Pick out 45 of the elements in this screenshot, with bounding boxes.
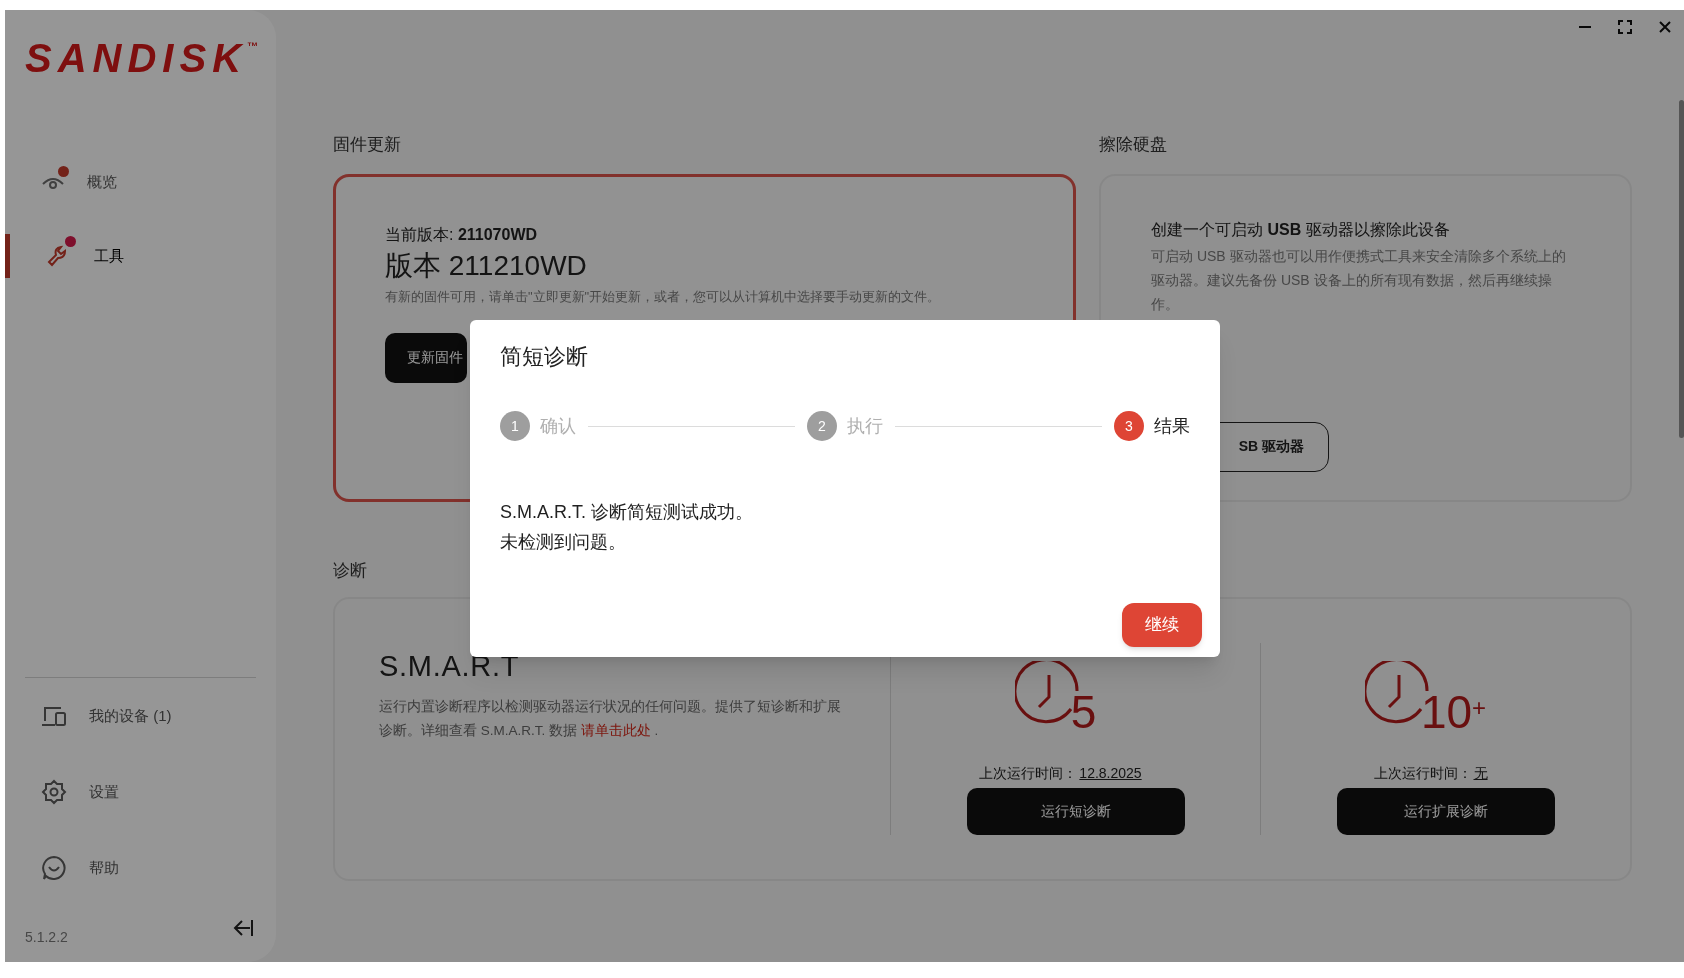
section-heading: 诊断 bbox=[333, 559, 368, 582]
collapse-arrow-icon[interactable] bbox=[232, 918, 254, 938]
dialog-message: S.M.A.R.T. 诊断简短测试成功。 bbox=[500, 501, 754, 524]
step-label: 执行 bbox=[847, 414, 883, 438]
run-diagnostic-button[interactable]: 运行短诊断 bbox=[966, 787, 1185, 835]
step-number: 2 bbox=[807, 411, 837, 441]
firmware-description: 有新的固件可用，请单击"立即更新"开始更新，或者，您可以从计算机中选择要手动更新的文件。 bbox=[385, 287, 942, 306]
sidebar-item[interactable]: 设置 bbox=[41, 778, 276, 806]
last-run-label: 上次运行时间： bbox=[1373, 763, 1472, 783]
smart-title: S.M.A.R.T bbox=[379, 649, 521, 684]
section-heading: 固件更新 bbox=[333, 134, 402, 156]
dialog-message: 未检测到问题。 bbox=[500, 531, 627, 554]
current-version: 当前版本: 211070WD bbox=[385, 224, 539, 245]
sidebar-item[interactable]: 帮助 bbox=[41, 854, 276, 882]
continue-button[interactable]: 继续 bbox=[1122, 603, 1202, 647]
step-label: 结果 bbox=[1154, 414, 1190, 438]
run-diagnostic-button[interactable]: 运行扩展诊断 bbox=[1336, 787, 1555, 835]
erase-description: 可启动 USB 驱动器也可以用作便携式工具来安全清除多个系统上的驱动器。建议先备份 USB 设备上的所有现有数据，然后再继续操作。 bbox=[1151, 246, 1567, 314]
smart-description: 运行内置诊断程序以检测驱动器运行状况的任何问题。提供了短诊断和扩展诊断。详细查看 S.M.A.R.T. 数据 请单击此处 . bbox=[379, 697, 842, 740]
maximize-icon[interactable] bbox=[1618, 20, 1632, 34]
dialog-title: 简短诊断 bbox=[500, 343, 589, 371]
version-label: 5.1.2.2 bbox=[25, 928, 68, 947]
step-number: 1 bbox=[500, 411, 530, 441]
erase-title: 创建一个可启动 USB 驱动器以擦除此设备 bbox=[1151, 219, 1451, 240]
last-run-date: 12.8.2025 bbox=[1079, 763, 1142, 783]
nav-item[interactable]: 概览 bbox=[5, 160, 276, 204]
last-run-label: 上次运行时间： bbox=[979, 763, 1078, 783]
last-run-date: 无 bbox=[1473, 763, 1488, 783]
logo: SANDISK bbox=[25, 38, 248, 78]
step-label: 确认 bbox=[540, 414, 576, 438]
help-chat-icon bbox=[41, 855, 67, 881]
test-duration: 5 bbox=[1070, 688, 1097, 735]
sidebar-item[interactable]: 我的设备 (1) bbox=[41, 702, 276, 730]
devices-icon bbox=[41, 705, 67, 727]
trademark: ™ bbox=[247, 39, 259, 54]
update-firmware-button[interactable]: 更新固件 bbox=[385, 332, 467, 383]
nav-item[interactable]: 工具 bbox=[5, 234, 276, 278]
settings-icon bbox=[41, 779, 67, 805]
test-duration: 10$^{+}$ bbox=[1420, 688, 1487, 735]
step-number: 3 bbox=[1114, 411, 1144, 441]
close-icon[interactable] bbox=[1658, 20, 1672, 34]
section-heading: 擦除硬盘 bbox=[1099, 134, 1168, 156]
new-version: 版本 211210WD bbox=[385, 248, 588, 283]
scrollbar-thumb[interactable] bbox=[1679, 100, 1684, 438]
click-here-link[interactable]: 请单击此处 bbox=[580, 722, 651, 738]
